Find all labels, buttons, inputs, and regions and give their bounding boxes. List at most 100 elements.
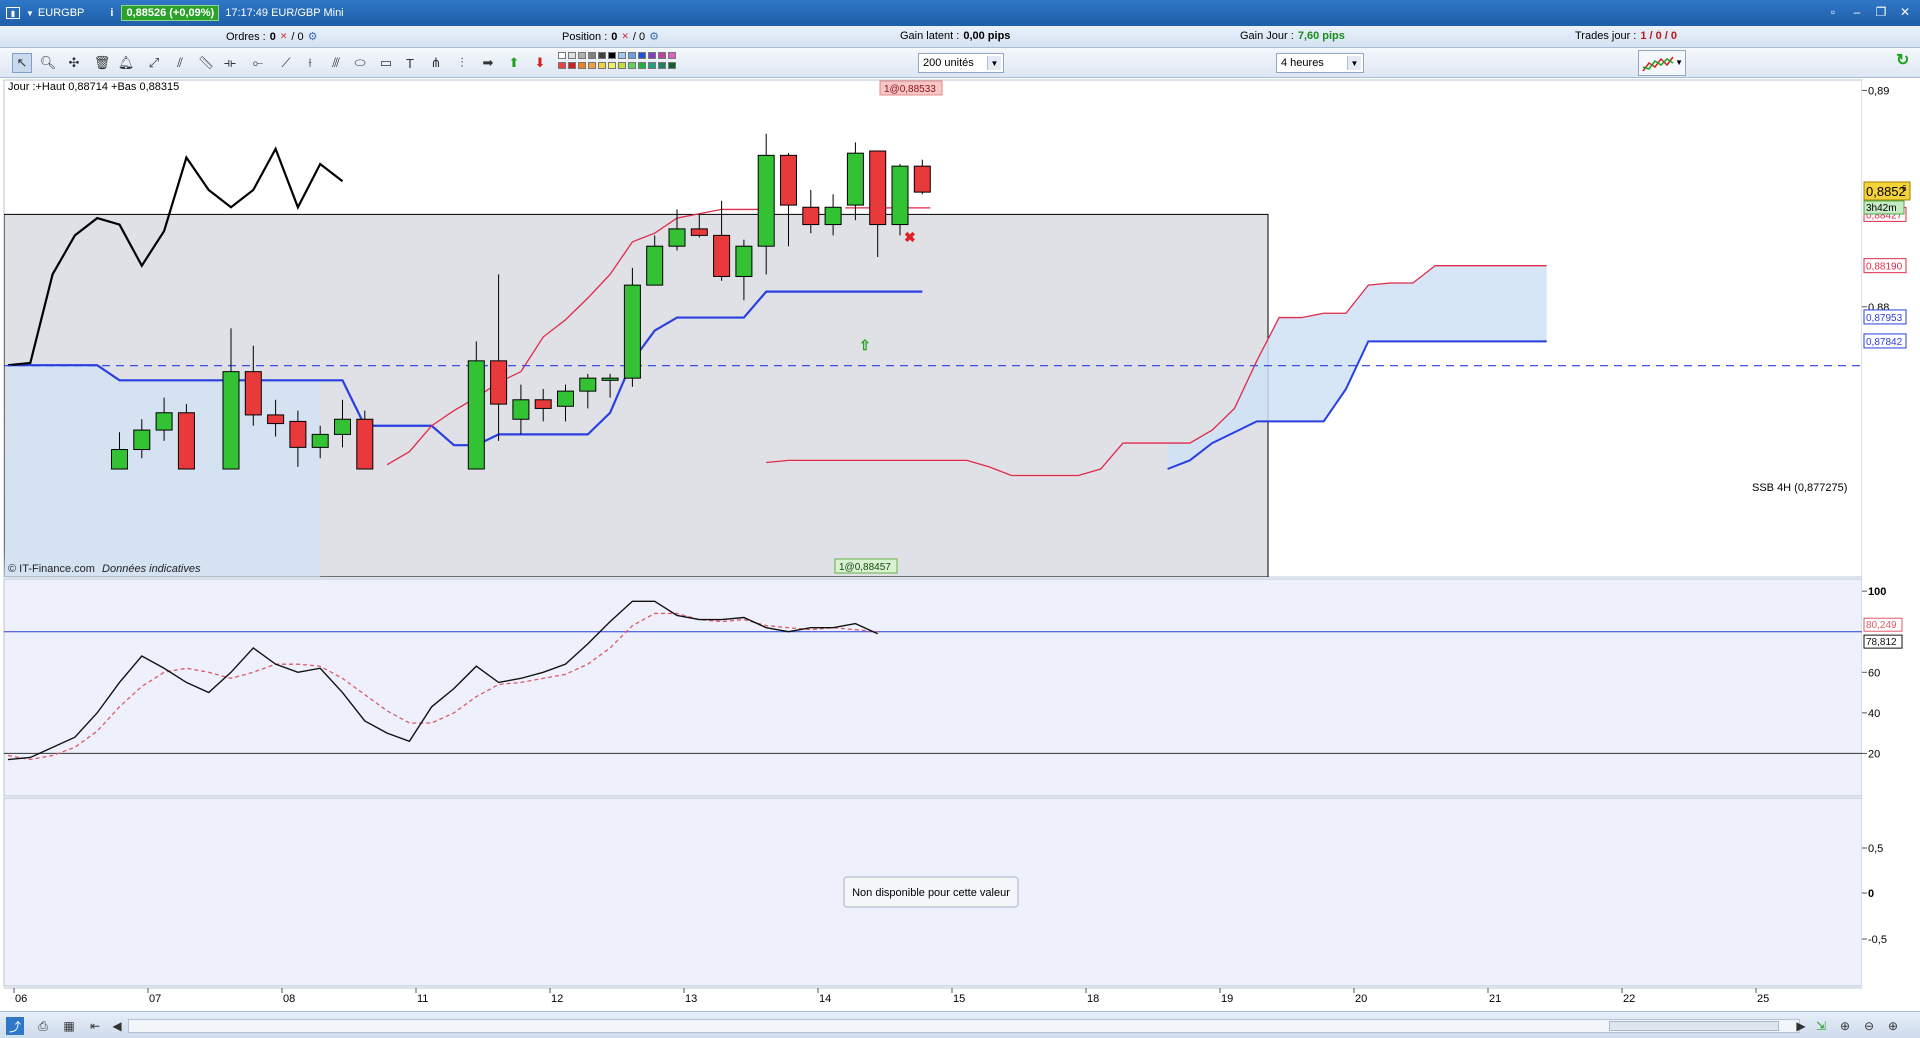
ruler-icon[interactable]: 📏︎ — [196, 53, 216, 73]
color-swatch[interactable] — [558, 52, 566, 59]
orders-label: Ordres : — [226, 30, 266, 43]
channel-icon[interactable]: ⫶ — [452, 53, 472, 73]
color-swatch[interactable] — [598, 52, 606, 59]
scroll-right-icon[interactable]: ▶ — [1792, 1017, 1810, 1035]
horizontal-scrollbar[interactable] — [128, 1019, 1800, 1033]
color-swatch[interactable] — [588, 62, 596, 69]
buy-marker-icon[interactable]: ⇧ — [859, 337, 871, 353]
scrollbar-thumb[interactable] — [1609, 1021, 1779, 1031]
position-group: Position : 0 ✕ / 0 ⚙ — [562, 30, 659, 44]
minimize-icon[interactable]: – — [1848, 3, 1866, 21]
candle-body — [713, 234, 731, 277]
trash-icon[interactable]: 🗑︎ — [92, 53, 112, 73]
color-swatch[interactable] — [568, 62, 576, 69]
candle[interactable] — [356, 410, 374, 470]
chart-type-button[interactable]: ▼ — [1638, 50, 1686, 76]
color-swatch[interactable] — [588, 52, 596, 59]
time-tick-label: 22 — [1623, 993, 1635, 1005]
arrow-right-icon[interactable]: ➡ — [478, 53, 498, 73]
gain-jour-group: Gain Jour : 7,60 pips — [1240, 30, 1345, 42]
candle[interactable] — [177, 404, 195, 470]
zoom-fit-icon[interactable]: ⊕ — [1836, 1017, 1854, 1035]
candle[interactable] — [623, 267, 641, 387]
color-swatch[interactable] — [648, 52, 656, 59]
horizontal-line-icon[interactable]: ⟛ — [220, 53, 240, 73]
quantity-select[interactable]: 200 unités ▼ — [918, 53, 1004, 73]
pitchfork-icon[interactable]: ⋔ — [426, 53, 446, 73]
parallel-lines-icon[interactable]: ⫽ — [170, 53, 190, 73]
close-position-icon[interactable]: ✕ — [621, 31, 629, 42]
candle-body — [222, 371, 240, 470]
price-tick-label: 0,89 — [1868, 85, 1889, 97]
ellipse-icon[interactable]: ⬭ — [350, 53, 370, 73]
candle-body — [668, 228, 686, 247]
chevron-down-icon: ▼ — [1675, 58, 1683, 67]
sell-arrow-icon[interactable]: ⬇ — [530, 53, 550, 73]
candle-body — [869, 150, 887, 226]
share-icon[interactable]: ⤴ — [6, 1017, 24, 1035]
candle-body — [802, 206, 820, 226]
crosshair-icon[interactable]: ✣ — [64, 53, 84, 73]
text-icon[interactable]: T — [400, 53, 420, 73]
vertical-line-icon[interactable]: ⟋ — [276, 53, 296, 73]
scroll-start-icon[interactable]: ⇤ — [86, 1017, 104, 1035]
candle-body — [467, 360, 485, 470]
zoom-in-icon[interactable]: ⊕ — [1884, 1017, 1902, 1035]
timeframe-select[interactable]: 4 heures ▼ — [1276, 53, 1364, 73]
scroll-left-icon[interactable]: ◀ — [108, 1017, 126, 1035]
chart-area[interactable]: 0,890,880,884270,881900,879530,878420,88… — [0, 78, 1920, 1011]
color-swatch[interactable] — [658, 62, 666, 69]
color-swatch[interactable] — [628, 52, 636, 59]
color-swatch[interactable] — [668, 62, 676, 69]
trades-value: 1 / 0 / 0 — [1640, 30, 1678, 42]
restore-icon[interactable]: ❐ — [1872, 3, 1890, 21]
color-swatch[interactable] — [578, 52, 586, 59]
oscillator-tick-label: 60 — [1868, 667, 1880, 679]
settings-icon[interactable]: ⚙ — [308, 30, 318, 43]
cancel-orders-icon[interactable]: ✕ — [280, 31, 288, 42]
color-swatch[interactable] — [618, 52, 626, 59]
rectangle-icon[interactable]: ▭ — [376, 53, 396, 73]
alert-bell-icon[interactable]: 🔔︎ — [116, 53, 136, 73]
pointer-icon[interactable]: ↖ — [12, 53, 32, 73]
close-trade-marker-icon[interactable]: ✖ — [904, 229, 916, 245]
buy-arrow-icon[interactable]: ⬆ — [504, 53, 524, 73]
zoom-icon[interactable]: 🔍︎ — [38, 53, 58, 73]
candle[interactable] — [891, 163, 909, 236]
detach-icon[interactable]: ▫ — [1824, 3, 1842, 21]
countdown-label: 3h42m — [1866, 203, 1897, 214]
color-swatch[interactable] — [578, 62, 586, 69]
color-swatch[interactable] — [638, 62, 646, 69]
chevron-down-icon: ▼ — [26, 8, 34, 18]
gann-icon[interactable]: ⫻ — [326, 53, 346, 73]
horizontal-ray-icon[interactable]: ⟜ — [248, 53, 268, 73]
instrument-dropdown[interactable]: ▼ EURGBP — [26, 7, 84, 19]
color-swatch[interactable] — [608, 52, 616, 59]
bottom-bar: ⤴ ⎙ ▦ ⇤ ◀ ▶ ⇲ ⊕ ⊖ ⊕ — [0, 1011, 1920, 1038]
autoscale-icon[interactable]: ⇲ — [1812, 1017, 1830, 1035]
color-swatch[interactable] — [628, 62, 636, 69]
calculator-icon[interactable]: ▦ — [60, 1017, 78, 1035]
color-swatch[interactable] — [558, 62, 566, 69]
zoom-out-icon[interactable]: ⊖ — [1860, 1017, 1878, 1035]
add-indicator-icon[interactable]: ↻ — [1896, 50, 1916, 76]
color-swatch[interactable] — [568, 52, 576, 59]
trendline-icon[interactable]: ⤢ — [144, 53, 164, 73]
color-palette[interactable] — [558, 52, 714, 74]
color-swatch[interactable] — [618, 62, 626, 69]
color-swatch[interactable] — [608, 62, 616, 69]
color-swatch[interactable] — [638, 52, 646, 59]
settings-icon[interactable]: ⚙ — [649, 30, 659, 43]
time-tick-label: 19 — [1221, 993, 1233, 1005]
close-icon[interactable]: ✕ — [1896, 3, 1914, 21]
candle[interactable] — [467, 341, 485, 470]
color-swatch[interactable] — [658, 52, 666, 59]
fibonacci-icon[interactable]: ⟊ — [300, 53, 320, 73]
info-icon[interactable]: i — [110, 7, 113, 19]
color-swatch[interactable] — [648, 62, 656, 69]
print-icon[interactable]: ⎙ — [34, 1017, 52, 1035]
color-swatch[interactable] — [668, 52, 676, 59]
color-swatch[interactable] — [598, 62, 606, 69]
chart-icon[interactable]: ▮ — [6, 7, 20, 19]
candle-body — [334, 418, 351, 435]
